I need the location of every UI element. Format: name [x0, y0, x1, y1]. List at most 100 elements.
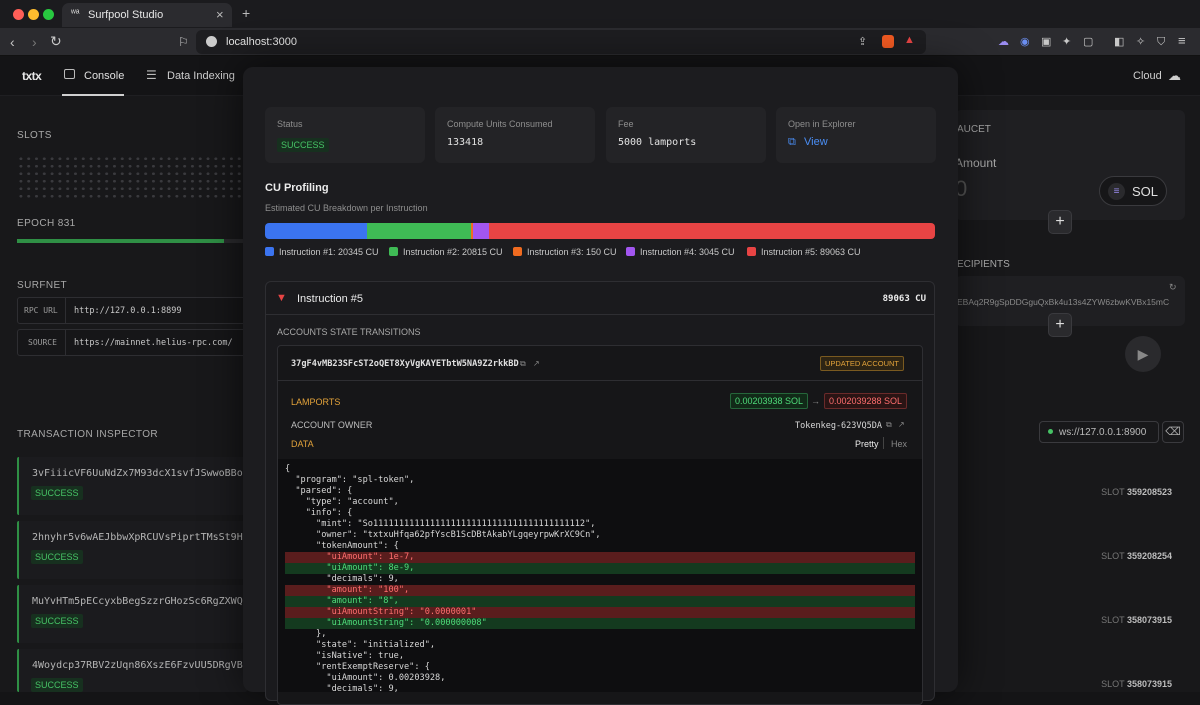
reload-icon[interactable]: ↻: [50, 34, 62, 48]
back-icon[interactable]: ‹: [10, 35, 15, 49]
brave-shield-icon[interactable]: [882, 35, 894, 48]
instruction-cu: 89063 CU: [882, 294, 926, 304]
legend-swatch: [747, 247, 756, 256]
refresh-icon[interactable]: ↻: [1169, 282, 1177, 293]
cu-segment-instruction-2[interactable]: [366, 223, 472, 239]
nav-cloud[interactable]: Cloud: [1133, 70, 1162, 82]
compute-units-card: Compute Units Consumed 133418: [435, 107, 595, 163]
trash-icon[interactable]: ⌫: [1162, 421, 1184, 443]
pretty-toggle[interactable]: Pretty: [855, 439, 879, 449]
browser-tab[interactable]: ʷᵃ Surfpool Studio ×: [62, 3, 232, 27]
explorer-view-link[interactable]: View: [804, 136, 828, 148]
slot-value: 358073915: [1126, 615, 1172, 625]
fee-card: Fee 5000 lamports: [606, 107, 766, 163]
explorer-card: Open in Explorer ⧉ View: [776, 107, 936, 163]
compute-units-label: Compute Units Consumed: [447, 119, 553, 129]
play-button[interactable]: ▶: [1125, 336, 1161, 372]
websocket-url[interactable]: ws://127.0.0.1:8900: [1039, 421, 1159, 443]
menu-icon[interactable]: ≡: [1178, 34, 1186, 48]
puzzle-icon[interactable]: ✦: [1062, 35, 1071, 49]
data-label: DATA: [291, 439, 314, 449]
extension-icon[interactable]: ☁: [998, 35, 1009, 49]
code-line: "decimals": 9,: [285, 574, 399, 584]
bookmark-icon[interactable]: ⚐: [178, 35, 189, 49]
token-select[interactable]: ≡ SOL: [1099, 176, 1167, 206]
add-recipient-button[interactable]: +: [1048, 313, 1072, 337]
wallet-extension-icon[interactable]: ◉: [1020, 35, 1030, 49]
nav-console[interactable]: Console: [84, 70, 124, 82]
cu-segment-instruction-1[interactable]: [265, 223, 367, 239]
external-link-icon[interactable]: ↗: [533, 359, 540, 368]
cu-profiling-subtitle: Estimated CU Breakdown per Instruction: [265, 203, 428, 213]
transaction-item[interactable]: MuYvHTm5pECcyxbBegSzzrGHozSc6RgZXWQM SUC…: [17, 585, 249, 643]
transaction-item[interactable]: 3vFiiicVF6UuNdZx7M93dcX1svfJSwwoBBoc SUC…: [17, 457, 249, 515]
collapse-triangle-icon[interactable]: ▼: [276, 292, 287, 304]
status-card-label: Status: [277, 119, 303, 129]
vpn-icon[interactable]: ⛉: [1157, 35, 1165, 49]
amount-label: Amount: [955, 156, 997, 170]
legend-label: Instruction #3: 150 CU: [527, 247, 617, 257]
tab-close-icon[interactable]: ×: [216, 7, 224, 22]
copy-icon[interactable]: ⧉: [520, 359, 526, 369]
epoch-progress-track: [17, 239, 247, 243]
code-line: "uiAmountString": "0.0000001": [285, 607, 915, 618]
forward-icon[interactable]: ›: [32, 35, 37, 49]
copy-icon[interactable]: ⧉: [886, 420, 892, 430]
account-address[interactable]: 37gF4vMB23SFcST2oQET8XyVgKAYETbtW5NA9Z2r…: [291, 359, 519, 369]
code-line: "rentExemptReserve": {: [285, 662, 430, 672]
source-field[interactable]: SOURCE https://mainnet.helius-rpc.com/: [17, 329, 247, 356]
site-info-icon[interactable]: [206, 36, 217, 47]
external-link-icon[interactable]: ↗: [898, 420, 905, 429]
brave-rewards-icon[interactable]: ▲: [904, 34, 915, 46]
external-link-icon[interactable]: ⧉: [788, 136, 796, 149]
slots-label: SLOTS: [17, 130, 52, 141]
code-line: "decimals": 9,: [285, 684, 399, 692]
extension-box-icon[interactable]: ▢: [1083, 35, 1093, 49]
slots-grid: [17, 155, 247, 199]
cu-segment-instruction-4[interactable]: [473, 223, 489, 239]
code-line: {: [285, 464, 291, 474]
code-line: "info": {: [285, 508, 353, 518]
share-icon[interactable]: ⇪: [858, 35, 867, 48]
close-window-button[interactable]: [13, 9, 24, 20]
url-text[interactable]: localhost:3000: [226, 36, 297, 48]
extension-square-icon[interactable]: ▣: [1041, 35, 1051, 49]
transaction-signature: 3vFiiicVF6UuNdZx7M93dcX1svfJSwwoBBoc: [32, 468, 249, 479]
legend-label: Instruction #4: 3045 CU: [640, 247, 735, 257]
cu-segment-instruction-5[interactable]: [488, 223, 935, 239]
code-line: "type": "account",: [285, 497, 399, 507]
address-bar[interactable]: localhost:3000 ⇪ ▲: [196, 30, 926, 54]
transaction-item[interactable]: 4Woydcp37RBV2zUqn86XszE6FzvUU5DRgVBm SUC…: [17, 649, 249, 692]
lamports-old: 0.00203938 SOL: [730, 393, 809, 409]
surfnet-label: SURFNET: [17, 280, 68, 291]
account-data-code: { "program": "spl-token", "parsed": { "t…: [278, 459, 922, 692]
field-divider: [65, 298, 66, 323]
sidebar-icon[interactable]: ◧: [1114, 35, 1124, 49]
transaction-item[interactable]: 2hnyhr5v6wAEJbbwXpRCUVsPiprtTMsSt9HQ SUC…: [17, 521, 249, 579]
leo-ai-icon[interactable]: ✧: [1136, 35, 1145, 49]
maximize-window-button[interactable]: [43, 9, 54, 20]
slot-key: SLOT: [1101, 551, 1125, 561]
slot-value: 358073915: [1126, 679, 1172, 689]
transaction-signature: 2hnyhr5v6wAEJbbwXpRCUVsPiprtTMsSt9HQ: [32, 532, 249, 543]
txtx-logo[interactable]: txtx: [22, 69, 42, 83]
new-tab-button[interactable]: +: [242, 5, 250, 21]
cu-legend-item: Instruction #3: 150 CU: [513, 247, 617, 257]
status-badge: SUCCESS: [31, 550, 83, 564]
transaction-detail-modal: Status SUCCESS Compute Units Consumed 13…: [243, 67, 958, 705]
faucet-label: AUCET: [957, 124, 991, 135]
minimize-window-button[interactable]: [28, 9, 39, 20]
instruction-title[interactable]: Instruction #5: [297, 293, 363, 305]
compute-units-value: 133418: [447, 137, 484, 148]
cu-legend-item: Instruction #4: 3045 CU: [626, 247, 735, 257]
hex-toggle[interactable]: Hex: [891, 439, 907, 449]
recipients-label: ECIPIENTS: [957, 259, 1010, 270]
updated-account-badge: UPDATED ACCOUNT: [819, 356, 904, 371]
connected-dot-icon: [1048, 429, 1053, 434]
nav-data-indexing[interactable]: Data Indexing: [167, 70, 235, 82]
slot-value: 359208523: [1126, 487, 1172, 497]
rpc-url-field[interactable]: RPC URL http://127.0.0.1:8899: [17, 297, 247, 324]
recipient-address[interactable]: EBAq2R9gSpDDGguQxBk4u13s4ZYW6zbwKVBx15mC: [957, 297, 1169, 307]
legend-swatch: [513, 247, 522, 256]
add-amount-button[interactable]: +: [1048, 210, 1072, 234]
